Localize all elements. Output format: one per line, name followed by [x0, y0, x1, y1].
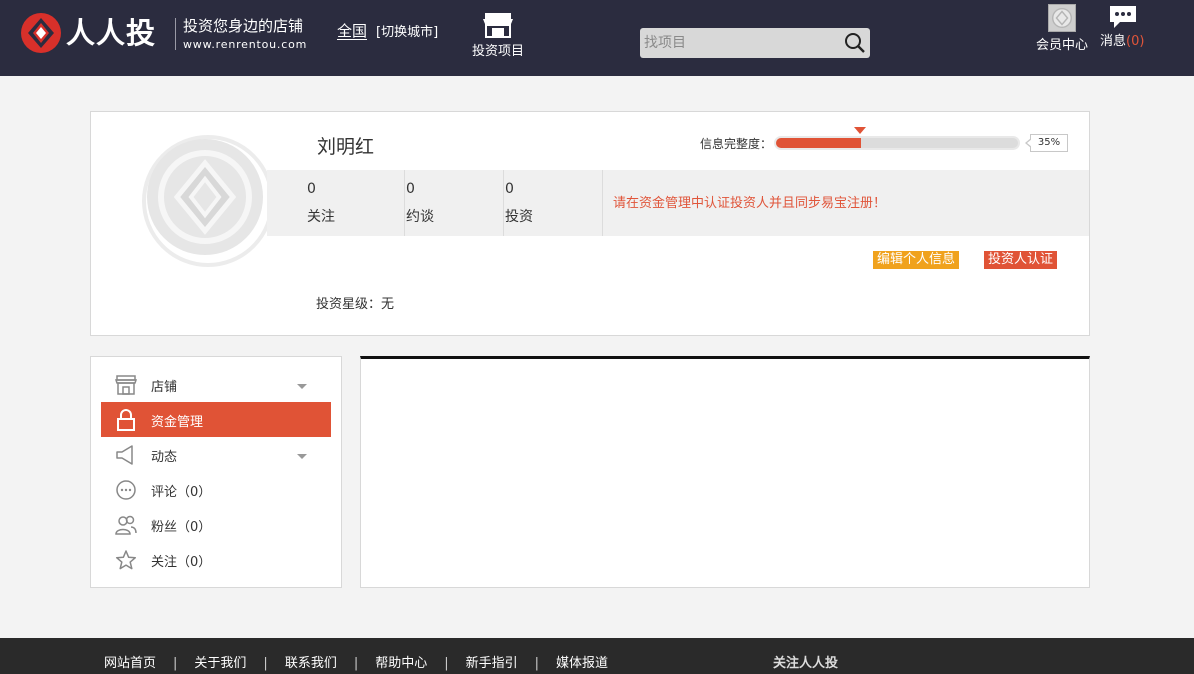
profile-name: 刘明红 [317, 136, 375, 158]
footer-link-guide[interactable]: 新手指引 [466, 656, 518, 671]
stats-strip: 0 关注 0 约谈 0 投资 请在资金管理中认证投资人并且同步易宝注册！ [267, 170, 1089, 236]
stat-following-label: 关注 [307, 209, 335, 225]
member-center-link[interactable]: 会员中心 [1034, 4, 1090, 53]
chat-bubble-icon [1110, 6, 1136, 28]
footer-link-home[interactable]: 网站首页 [104, 656, 156, 671]
stat-meetings-value: 0 [406, 181, 415, 197]
edit-profile-button[interactable]: 编辑个人信息 [873, 251, 960, 269]
stat-investments-value: 0 [505, 181, 514, 197]
site-footer: 网站首页 | 关于我们 | 联系我们 | 帮助中心 | 新手指引 | 媒体报道 关注人人投 [0, 638, 1194, 674]
info-completeness: 信息完整度： 35% [700, 125, 1080, 157]
comment-icon [116, 480, 136, 500]
footer-follow-title: 关注人人投 [773, 656, 839, 671]
messages-link[interactable]: 消息(0) [1100, 4, 1152, 52]
stat-investments-label: 投资 [505, 209, 533, 225]
member-center-label: 会员中心 [1035, 38, 1088, 53]
footer-link-about[interactable]: 关于我们 [194, 656, 246, 671]
footer-link-contact[interactable]: 联系我们 [285, 656, 337, 671]
sidebar-item-label: 评论（0） [151, 485, 212, 500]
logo-mark-icon [21, 13, 61, 53]
footer-link-help[interactable]: 帮助中心 [375, 656, 427, 671]
sidebar-item-fans[interactable]: 粉丝（0） [101, 507, 331, 542]
sidebar-item-label: 资金管理 [151, 415, 204, 430]
investor-verification-button[interactable]: 投资人认证 [984, 251, 1058, 269]
logo-url: www.renrentou.com [183, 38, 308, 51]
chevron-down-icon [297, 454, 307, 459]
site-logo[interactable]: 人人投 投资您身边的店铺 www.renrentou.com [20, 12, 320, 56]
store-icon [115, 375, 137, 395]
nav-invest-projects[interactable]: 投资项目 [468, 12, 528, 62]
search-input[interactable] [640, 28, 840, 58]
logo-divider [175, 18, 176, 50]
footer-links: 网站首页 | 关于我们 | 联系我们 | 帮助中心 | 新手指引 | 媒体报道 [104, 652, 608, 671]
progress-marker-icon [854, 127, 867, 134]
footer-separator: | [444, 656, 449, 671]
chevron-down-icon [297, 384, 307, 389]
stat-investments[interactable]: 0 投资 [505, 170, 603, 236]
sidebar-menu: 店铺 资金管理 动态 评论（0） 粉丝（0） 关注（0） [90, 356, 342, 588]
sidebar-item-fund-management[interactable]: 资金管理 [101, 402, 331, 437]
stat-meetings[interactable]: 0 约谈 [406, 170, 504, 236]
footer-link-media[interactable]: 媒体报道 [556, 656, 608, 671]
sidebar-item-following[interactable]: 关注（0） [101, 542, 331, 577]
user-avatar-icon [1048, 4, 1076, 32]
messages-count-badge: (0) [1126, 34, 1145, 49]
verification-notice: 请在资金管理中认证投资人并且同步易宝注册！ [613, 196, 887, 211]
stat-following[interactable]: 0 关注 [307, 170, 405, 236]
footer-separator: | [173, 656, 178, 671]
switch-city-link[interactable]: [切换城市] [376, 21, 438, 40]
nav-invest-projects-label: 投资项目 [471, 44, 524, 59]
sidebar-item-activity[interactable]: 动态 [101, 437, 331, 472]
messages-label: 消息 [1100, 34, 1127, 49]
logo-slogan: 投资您身边的店铺 [183, 17, 304, 35]
top-header: 人人投 投资您身边的店铺 www.renrentou.com 全国 [切换城市]… [0, 0, 1194, 76]
profile-card: 刘明红 信息完整度： 35% 0 关注 0 约谈 0 投资 请在资金管理中认证投… [90, 111, 1090, 336]
sidebar-item-label: 店铺 [151, 380, 178, 395]
footer-separator: | [263, 656, 268, 671]
megaphone-icon [116, 445, 133, 465]
completeness-progress-bar [774, 136, 1020, 150]
lock-icon [117, 409, 135, 431]
avatar [142, 135, 274, 267]
logo-name: 人人投 [66, 16, 157, 50]
search-icon[interactable] [844, 32, 866, 54]
investor-star-level: 投资星级：无 [316, 297, 395, 312]
footer-separator: | [534, 656, 540, 671]
completeness-progress-fill [776, 138, 861, 148]
main-content-panel [360, 356, 1090, 588]
sidebar-item-comments[interactable]: 评论（0） [101, 472, 331, 507]
users-icon [115, 515, 137, 535]
storefront-icon [483, 13, 513, 38]
stat-following-value: 0 [307, 181, 316, 197]
star-icon [115, 550, 137, 570]
current-city-link[interactable]: 全国 [337, 20, 367, 41]
sidebar-item-label: 粉丝（0） [151, 520, 212, 535]
footer-separator: | [353, 656, 359, 671]
completeness-percent: 35% [1025, 134, 1068, 152]
sidebar-item-store[interactable]: 店铺 [101, 367, 331, 402]
sidebar-item-label: 动态 [151, 450, 178, 465]
stat-meetings-label: 约谈 [406, 209, 434, 225]
sidebar-item-label: 关注（0） [151, 555, 212, 570]
completeness-label: 信息完整度： [700, 137, 773, 151]
search-box [640, 28, 870, 58]
